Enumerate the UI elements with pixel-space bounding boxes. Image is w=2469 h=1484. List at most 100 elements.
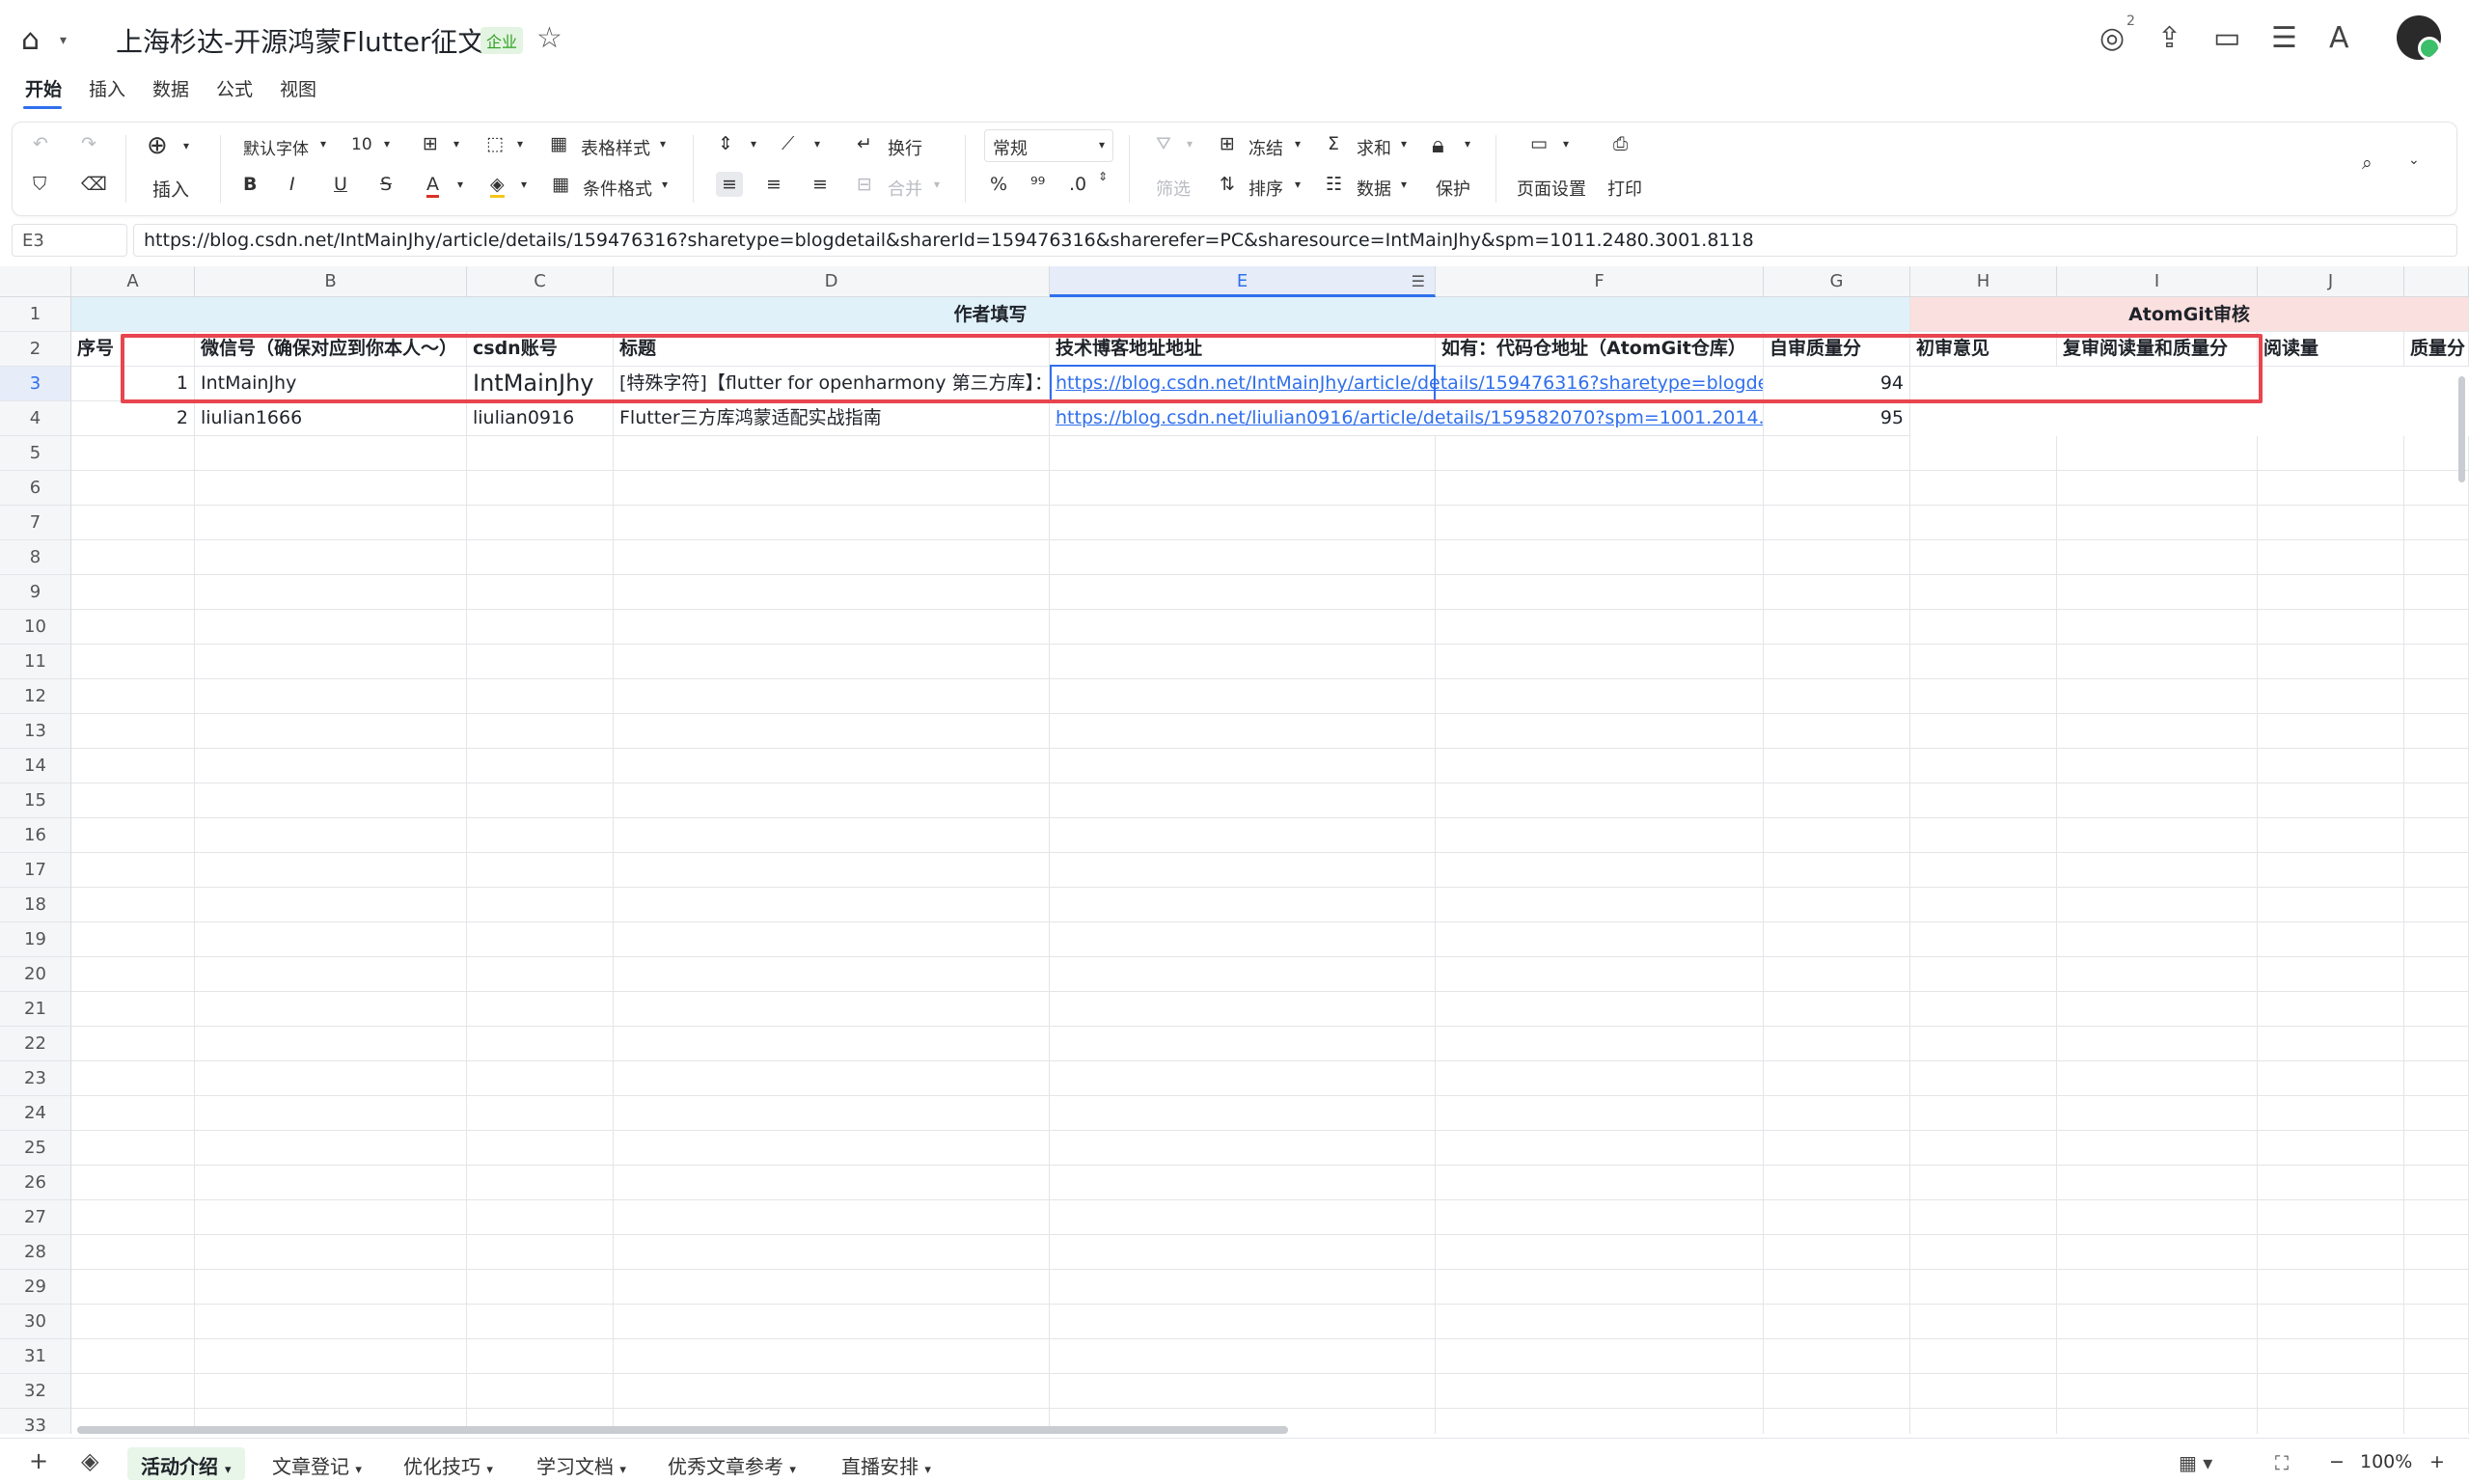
header-quality[interactable]: 质量分: [2404, 332, 2469, 367]
empty-cell[interactable]: [1436, 1166, 1764, 1200]
empty-cell[interactable]: [467, 1305, 614, 1339]
empty-cell[interactable]: [195, 1374, 467, 1409]
column-header-a[interactable]: A: [71, 266, 195, 297]
empty-cell[interactable]: [2057, 575, 2258, 610]
empty-cell[interactable]: [614, 783, 1050, 818]
cell-self-score[interactable]: 94: [1764, 367, 1910, 401]
empty-cell[interactable]: [614, 714, 1050, 749]
empty-cell[interactable]: [71, 1096, 195, 1131]
row-header[interactable]: 27: [0, 1200, 71, 1235]
cell-range-icon[interactable]: ⬚: [486, 133, 504, 154]
empty-cell[interactable]: [614, 1166, 1050, 1200]
empty-cell[interactable]: [71, 1374, 195, 1409]
empty-cell[interactable]: [71, 714, 195, 749]
empty-cell[interactable]: [2057, 1339, 2258, 1374]
font-color-icon[interactable]: A: [426, 174, 439, 198]
empty-cell[interactable]: [1764, 922, 1910, 957]
empty-cell[interactable]: [2258, 540, 2404, 575]
empty-cell[interactable]: [1050, 436, 1436, 471]
empty-cell[interactable]: [467, 471, 614, 506]
empty-cell[interactable]: [195, 645, 467, 679]
empty-cell[interactable]: [467, 957, 614, 992]
empty-cell[interactable]: [71, 853, 195, 888]
empty-cell[interactable]: [1050, 1235, 1436, 1270]
bold-icon[interactable]: B: [243, 174, 257, 195]
empty-cell[interactable]: [1910, 749, 2057, 783]
empty-cell[interactable]: [2057, 1061, 2258, 1096]
empty-cell[interactable]: [1764, 471, 1910, 506]
empty-cell[interactable]: [195, 1339, 467, 1374]
search-icon[interactable]: ⌕: [2362, 152, 2373, 174]
empty-cell[interactable]: [1050, 957, 1436, 992]
empty-cell[interactable]: [467, 1166, 614, 1200]
insert-dropdown-icon[interactable]: ▾: [183, 139, 189, 152]
empty-cell[interactable]: [71, 1166, 195, 1200]
merge-icon[interactable]: ⊟: [857, 174, 872, 195]
empty-cell[interactable]: [1764, 1305, 1910, 1339]
empty-cell[interactable]: [195, 1270, 467, 1305]
empty-cell[interactable]: [2258, 1305, 2404, 1339]
empty-cell[interactable]: [467, 818, 614, 853]
empty-cell[interactable]: [2404, 1061, 2469, 1096]
row-header[interactable]: 2: [0, 332, 71, 367]
empty-cell[interactable]: [1436, 853, 1764, 888]
empty-cell[interactable]: [1050, 610, 1436, 645]
header-self-score[interactable]: 自审质量分: [1764, 332, 1910, 367]
empty-cell[interactable]: [1910, 888, 2057, 922]
table-style-icon[interactable]: ▦: [550, 133, 567, 154]
row-header[interactable]: 10: [0, 610, 71, 645]
empty-cell[interactable]: [1436, 1270, 1764, 1305]
empty-cell[interactable]: [1050, 1096, 1436, 1131]
empty-cell[interactable]: [2057, 783, 2258, 818]
undo-icon[interactable]: ↶: [33, 133, 48, 154]
home-icon[interactable]: ⌂: [21, 23, 40, 57]
empty-cell[interactable]: [614, 957, 1050, 992]
empty-cell[interactable]: [467, 853, 614, 888]
empty-cell[interactable]: [2057, 1235, 2258, 1270]
empty-cell[interactable]: [1050, 714, 1436, 749]
clear-format-icon[interactable]: ⌫: [81, 174, 107, 195]
empty-cell[interactable]: [467, 1027, 614, 1061]
formula-input[interactable]: https://blog.csdn.net/IntMainJhy/article…: [133, 224, 2457, 257]
decimal-icon[interactable]: .0: [1069, 174, 1086, 195]
empty-cell[interactable]: [195, 818, 467, 853]
empty-cell[interactable]: [195, 1027, 467, 1061]
empty-cell[interactable]: [1436, 1027, 1764, 1061]
row-header[interactable]: 17: [0, 853, 71, 888]
empty-cell[interactable]: [2404, 783, 2469, 818]
empty-cell[interactable]: [1910, 506, 2057, 540]
header-wechat[interactable]: 微信号（确保对应到你本人～）: [195, 332, 467, 367]
empty-cell[interactable]: [2404, 575, 2469, 610]
sum-button[interactable]: 求和: [1357, 135, 1391, 160]
empty-cell[interactable]: [1764, 436, 1910, 471]
empty-cell[interactable]: [1910, 645, 2057, 679]
empty-cell[interactable]: [195, 679, 467, 714]
empty-cell[interactable]: [195, 714, 467, 749]
empty-cell[interactable]: [467, 783, 614, 818]
empty-cell[interactable]: [467, 610, 614, 645]
empty-cell[interactable]: [467, 436, 614, 471]
merge-dropdown-icon[interactable]: ▾: [934, 178, 940, 191]
empty-cell[interactable]: [1910, 1339, 2057, 1374]
protect-dropdown-icon[interactable]: ▾: [1465, 137, 1470, 151]
empty-cell[interactable]: [71, 992, 195, 1027]
empty-cell[interactable]: [2404, 1270, 2469, 1305]
empty-cell[interactable]: [2404, 610, 2469, 645]
empty-cell[interactable]: [614, 853, 1050, 888]
empty-cell[interactable]: [195, 888, 467, 922]
font-size-select[interactable]: 10: [351, 135, 372, 154]
empty-cell[interactable]: [1050, 506, 1436, 540]
empty-cell[interactable]: [467, 922, 614, 957]
empty-cell[interactable]: [2057, 1027, 2258, 1061]
empty-cell[interactable]: [2404, 957, 2469, 992]
empty-cell[interactable]: [614, 679, 1050, 714]
column-header-i[interactable]: I: [2057, 266, 2258, 297]
sheet-list-icon[interactable]: ◈: [81, 1447, 98, 1474]
empty-cell[interactable]: [1910, 610, 2057, 645]
empty-cell[interactable]: [2404, 922, 2469, 957]
empty-cell[interactable]: [614, 818, 1050, 853]
cell-csdn[interactable]: IntMainJhy: [467, 367, 614, 401]
empty-cell[interactable]: [2057, 957, 2258, 992]
empty-cell[interactable]: [1764, 1374, 1910, 1409]
empty-cell[interactable]: [2057, 1200, 2258, 1235]
